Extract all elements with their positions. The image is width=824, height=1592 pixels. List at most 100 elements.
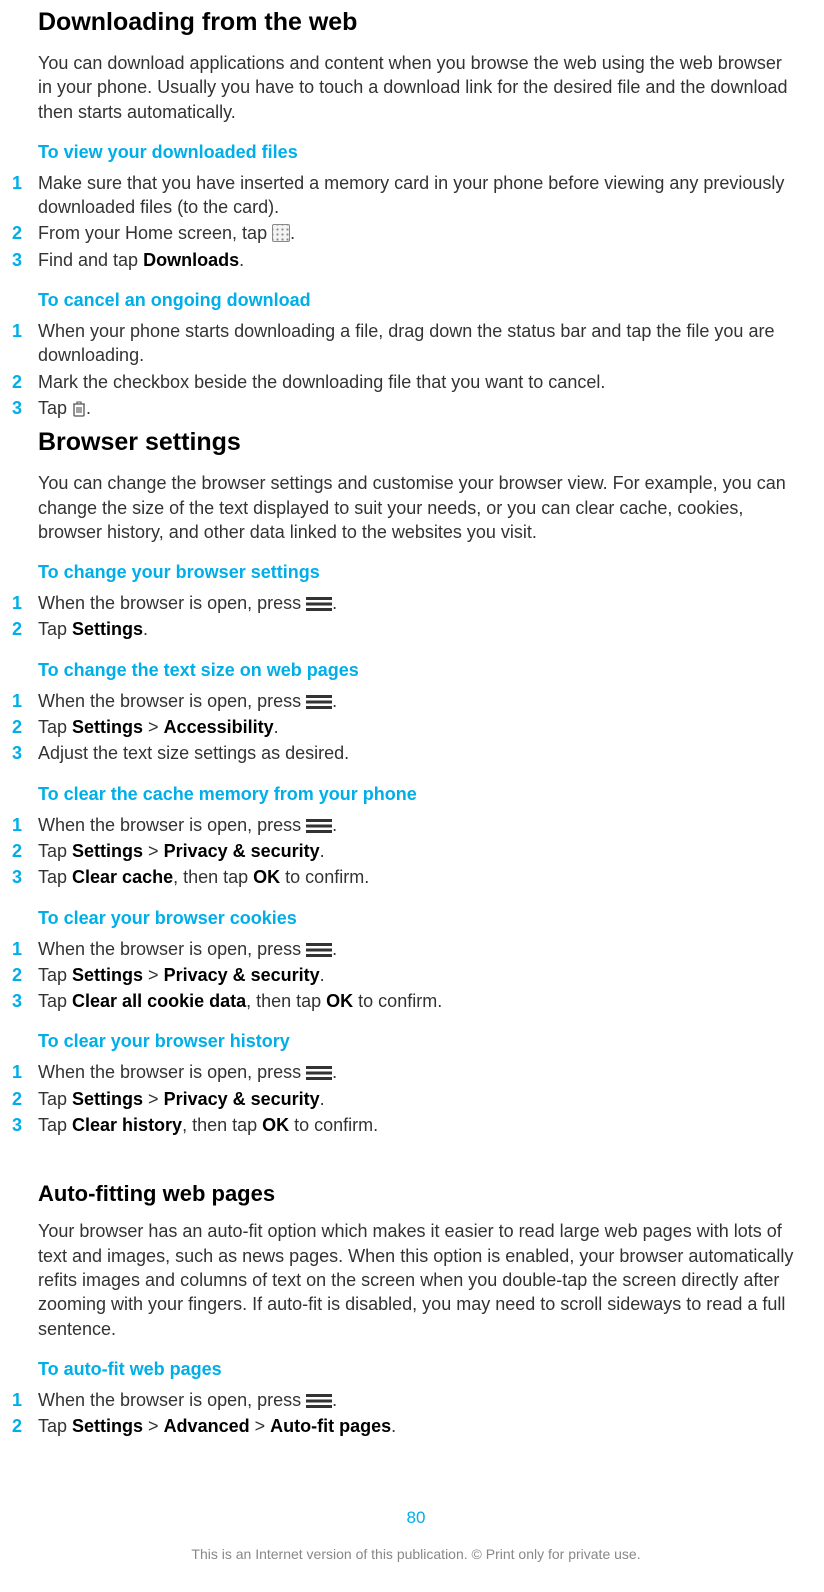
step-item: 3 Find and tap Downloads. [38, 248, 794, 272]
step-item: 2 Tap Settings > Accessibility. [38, 715, 794, 739]
step-item: 1 When the browser is open, press . [38, 813, 794, 837]
step-number: 3 [12, 248, 38, 272]
step-list: 1 When the browser is open, press . 2 Ta… [38, 813, 794, 890]
copyright-text: This is an Internet version of this publ… [38, 1546, 794, 1562]
step-list: 1 Make sure that you have inserted a mem… [38, 171, 794, 272]
step-text: Make sure that you have inserted a memor… [38, 171, 794, 220]
step-text: Adjust the text size settings as desired… [38, 741, 794, 765]
step-number: 1 [12, 319, 38, 343]
step-number: 1 [12, 689, 38, 713]
step-list: 1 When the browser is open, press . 2 Ta… [38, 689, 794, 766]
step-number: 2 [12, 715, 38, 739]
step-item: 3 Tap . [38, 396, 794, 420]
step-item: 1 When the browser is open, press . [38, 937, 794, 961]
step-list: 1 When the browser is open, press . 2 Ta… [38, 1060, 794, 1137]
footer: 80 This is an Internet version of this p… [38, 1508, 794, 1562]
step-number: 1 [12, 591, 38, 615]
step-text: Tap Clear history, then tap OK to confir… [38, 1113, 794, 1137]
step-number: 2 [12, 1087, 38, 1111]
step-number: 1 [12, 813, 38, 837]
step-number: 3 [12, 1113, 38, 1137]
step-item: 2 Tap Settings. [38, 617, 794, 641]
menu-icon [306, 694, 332, 710]
step-text: Tap Settings > Accessibility. [38, 715, 794, 739]
step-text: When the browser is open, press . [38, 1060, 794, 1084]
subheading: To clear your browser history [38, 1031, 794, 1052]
step-number: 2 [12, 617, 38, 641]
step-text: Find and tap Downloads. [38, 248, 794, 272]
app-grid-icon [272, 224, 290, 242]
step-text: When the browser is open, press . [38, 591, 794, 615]
step-text: When the browser is open, press . [38, 1388, 794, 1412]
step-text: Tap . [38, 396, 794, 420]
subheading: To cancel an ongoing download [38, 290, 794, 311]
step-text: Tap Settings > Privacy & security. [38, 839, 794, 863]
step-text: Tap Settings. [38, 617, 794, 641]
step-list: 1 When the browser is open, press . 2 Ta… [38, 1388, 794, 1439]
menu-icon [306, 942, 332, 958]
heading-browser-settings: Browser settings [38, 428, 794, 457]
step-list: 1 When the browser is open, press . 2 Ta… [38, 937, 794, 1014]
step-text: From your Home screen, tap . [38, 221, 794, 245]
step-number: 3 [12, 396, 38, 420]
step-number: 1 [12, 1060, 38, 1084]
step-number: 2 [12, 963, 38, 987]
step-number: 1 [12, 171, 38, 195]
step-text: Tap Settings > Privacy & security. [38, 1087, 794, 1111]
step-text: When your phone starts downloading a fil… [38, 319, 794, 368]
step-text: Tap Settings > Advanced > Auto-fit pages… [38, 1414, 794, 1438]
step-text: When the browser is open, press . [38, 937, 794, 961]
subheading: To view your downloaded files [38, 142, 794, 163]
subheading: To change your browser settings [38, 562, 794, 583]
step-text: Tap Clear all cookie data, then tap OK t… [38, 989, 794, 1013]
step-item: 2 Tap Settings > Advanced > Auto-fit pag… [38, 1414, 794, 1438]
step-item: 1 When the browser is open, press . [38, 1060, 794, 1084]
step-item: 3 Tap Clear history, then tap OK to conf… [38, 1113, 794, 1137]
document-page: Downloading from the web You can downloa… [0, 8, 824, 1592]
step-number: 3 [12, 741, 38, 765]
trash-icon [72, 400, 86, 418]
step-item: 2 Mark the checkbox beside the downloadi… [38, 370, 794, 394]
step-number: 2 [12, 370, 38, 394]
step-item: 1 When your phone starts downloading a f… [38, 319, 794, 368]
menu-icon [306, 818, 332, 834]
step-text: When the browser is open, press . [38, 813, 794, 837]
subheading: To change the text size on web pages [38, 660, 794, 681]
step-item: 2 From your Home screen, tap . [38, 221, 794, 245]
step-item: 2 Tap Settings > Privacy & security. [38, 1087, 794, 1111]
step-number: 2 [12, 221, 38, 245]
menu-icon [306, 596, 332, 612]
page-number: 80 [38, 1508, 794, 1528]
step-text: Tap Clear cache, then tap OK to confirm. [38, 865, 794, 889]
step-list: 1 When the browser is open, press . 2 Ta… [38, 591, 794, 642]
step-item: 1 Make sure that you have inserted a mem… [38, 171, 794, 220]
step-number: 1 [12, 1388, 38, 1412]
subheading: To auto-fit web pages [38, 1359, 794, 1380]
subheading: To clear the cache memory from your phon… [38, 784, 794, 805]
paragraph: You can download applications and conten… [38, 51, 794, 124]
step-item: 3 Tap Clear cache, then tap OK to confir… [38, 865, 794, 889]
step-item: 2 Tap Settings > Privacy & security. [38, 839, 794, 863]
step-item: 3 Tap Clear all cookie data, then tap OK… [38, 989, 794, 1013]
step-number: 1 [12, 937, 38, 961]
step-item: 3 Adjust the text size settings as desir… [38, 741, 794, 765]
step-item: 1 When the browser is open, press . [38, 1388, 794, 1412]
heading-downloading: Downloading from the web [38, 8, 794, 37]
step-item: 1 When the browser is open, press . [38, 689, 794, 713]
heading-autofit: Auto-fitting web pages [38, 1181, 794, 1207]
subheading: To clear your browser cookies [38, 908, 794, 929]
menu-icon [306, 1065, 332, 1081]
step-number: 2 [12, 1414, 38, 1438]
step-text: Mark the checkbox beside the downloading… [38, 370, 794, 394]
step-number: 2 [12, 839, 38, 863]
paragraph: Your browser has an auto-fit option whic… [38, 1219, 794, 1340]
paragraph: You can change the browser settings and … [38, 471, 794, 544]
step-text: Tap Settings > Privacy & security. [38, 963, 794, 987]
step-item: 2 Tap Settings > Privacy & security. [38, 963, 794, 987]
step-number: 3 [12, 865, 38, 889]
step-number: 3 [12, 989, 38, 1013]
step-list: 1 When your phone starts downloading a f… [38, 319, 794, 420]
step-text: When the browser is open, press . [38, 689, 794, 713]
menu-icon [306, 1393, 332, 1409]
step-item: 1 When the browser is open, press . [38, 591, 794, 615]
